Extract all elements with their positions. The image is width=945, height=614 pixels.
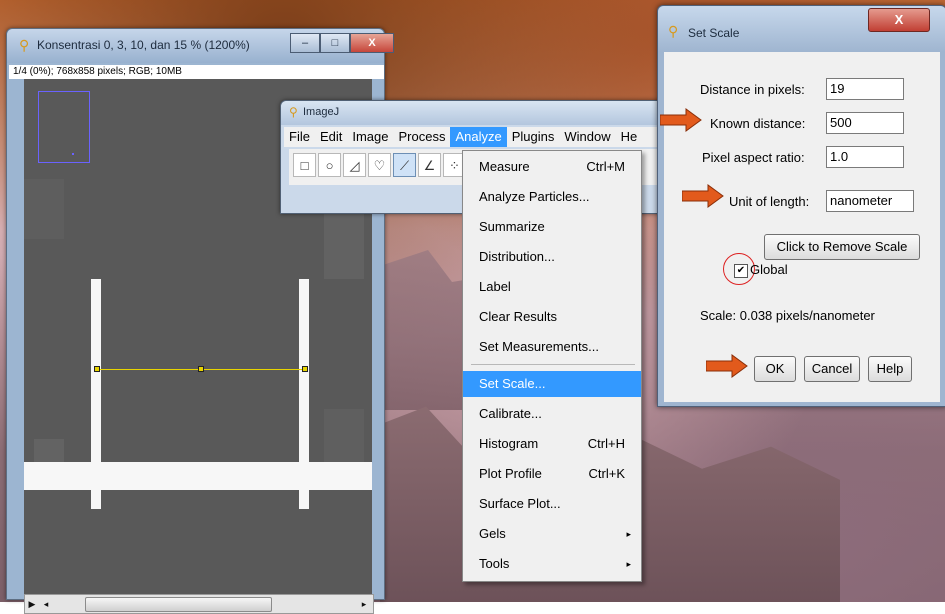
scale-readout: Scale: 0.038 pixels/nanometer [700, 308, 875, 323]
dialog-title: Set Scale [688, 26, 740, 40]
angle-tool-icon[interactable]: ∠ [418, 153, 441, 177]
image-window-title: Konsentrasi 0, 3, 10, dan 15 % (1200%) [37, 38, 250, 52]
scroll-left-icon[interactable]: ◂ [39, 597, 53, 611]
line-handle[interactable] [94, 366, 100, 372]
menu-item-set-scale[interactable]: Set Scale... [463, 371, 641, 397]
menu-item-summarize[interactable]: Summarize [463, 214, 641, 240]
submenu-arrow-icon: ▸ [626, 559, 631, 569]
submenu-arrow-icon: ▸ [626, 529, 631, 539]
menu-item-clear-results[interactable]: Clear Results [463, 304, 641, 330]
menu-item-analyze-particles[interactable]: Analyze Particles... [463, 184, 641, 210]
dialog-body: Distance in pixels: Known distance: Pixe… [664, 52, 940, 402]
annotation-arrow-icon [660, 108, 702, 132]
imagej-microscope-icon: ⚲ [289, 105, 298, 119]
menu-window[interactable]: Window [559, 127, 615, 147]
menu-item-tools[interactable]: Tools ▸ [463, 551, 641, 577]
menu-analyze[interactable]: Analyze [450, 127, 507, 147]
menu-plugins[interactable]: Plugins [507, 127, 560, 147]
navigator-dot [72, 153, 74, 155]
imagej-microscope-icon: ⚲ [668, 23, 679, 39]
menu-item-histogram[interactable]: Histogram Ctrl+H [463, 431, 641, 457]
menu-file[interactable]: File [284, 127, 315, 147]
menu-separator [471, 364, 635, 365]
oval-tool-icon[interactable]: ○ [318, 153, 341, 177]
menu-item-set-measurements[interactable]: Set Measurements... [463, 334, 641, 360]
scrollbar-thumb[interactable] [85, 597, 272, 612]
image-info-bar: 1/4 (0%); 768x858 pixels; RGB; 10MB [9, 65, 384, 79]
cancel-button[interactable]: Cancel [804, 356, 860, 382]
menu-item-gels[interactable]: Gels ▸ [463, 521, 641, 547]
pixel-block [324, 209, 364, 279]
menu-bar: File Edit Image Process Analyze Plugins … [284, 127, 678, 147]
rectangle-tool-icon[interactable]: □ [293, 153, 316, 177]
menu-help[interactable]: He [616, 127, 643, 147]
image-window-titlebar[interactable]: ⚲ Konsentrasi 0, 3, 10, dan 15 % (1200%)… [7, 29, 394, 63]
maximize-button[interactable]: □ [320, 33, 350, 53]
pixel-block [324, 409, 364, 469]
distance-pixels-field[interactable] [826, 78, 904, 100]
menu-item-surface-plot[interactable]: Surface Plot... [463, 491, 641, 517]
imagej-titlebar[interactable]: ⚲ ImageJ [281, 101, 681, 125]
menu-edit[interactable]: Edit [315, 127, 347, 147]
line-handle[interactable] [198, 366, 204, 372]
annotation-arrow-icon [706, 354, 748, 378]
analyze-menu-dropdown: Measure Ctrl+M Analyze Particles... Summa… [462, 150, 642, 582]
line-tool-icon[interactable]: ⟋ [393, 153, 416, 177]
pixel-block [24, 179, 64, 239]
known-distance-label: Known distance: [710, 116, 806, 131]
minimize-button[interactable]: – [290, 33, 320, 53]
dialog-titlebar[interactable]: ⚲ Set Scale X [658, 6, 945, 52]
dialog-close-button[interactable]: X [868, 8, 930, 32]
horizontal-scrollbar[interactable]: ▶ ◂ ▸ [24, 594, 374, 614]
freehand-tool-icon[interactable]: ♡ [368, 153, 391, 177]
pixel-aspect-label: Pixel aspect ratio: [702, 150, 805, 165]
polygon-tool-icon[interactable]: ◿ [343, 153, 366, 177]
menu-image[interactable]: Image [347, 127, 393, 147]
white-horizontal-stripe [24, 462, 372, 490]
unit-length-field[interactable] [826, 190, 914, 212]
imagej-microscope-icon: ⚲ [19, 37, 30, 53]
menu-item-label[interactable]: Label [463, 274, 641, 300]
remove-scale-button[interactable]: Click to Remove Scale [764, 234, 920, 260]
unit-length-label: Unit of length: [729, 194, 810, 209]
ok-button[interactable]: OK [754, 356, 796, 382]
menu-item-calibrate[interactable]: Calibrate... [463, 401, 641, 427]
play-icon[interactable]: ▶ [25, 597, 39, 611]
line-handle[interactable] [302, 366, 308, 372]
known-distance-field[interactable] [826, 112, 904, 134]
annotation-arrow-icon [682, 184, 724, 208]
menu-item-measure[interactable]: Measure Ctrl+M [463, 154, 641, 180]
menu-process[interactable]: Process [394, 127, 451, 147]
menu-item-distribution[interactable]: Distribution... [463, 244, 641, 270]
pixel-aspect-field[interactable] [826, 146, 904, 168]
global-checkbox[interactable]: ✔ [734, 264, 748, 278]
close-button[interactable]: X [350, 33, 394, 53]
global-label: Global [750, 262, 788, 277]
help-button[interactable]: Help [868, 356, 912, 382]
window-controls: – □ X [290, 33, 394, 53]
scroll-right-icon[interactable]: ▸ [357, 597, 371, 611]
menu-item-plot-profile[interactable]: Plot Profile Ctrl+K [463, 461, 641, 487]
distance-pixels-label: Distance in pixels: [700, 82, 805, 97]
imagej-title: ImageJ [303, 106, 340, 118]
navigator-rectangle [38, 91, 90, 163]
